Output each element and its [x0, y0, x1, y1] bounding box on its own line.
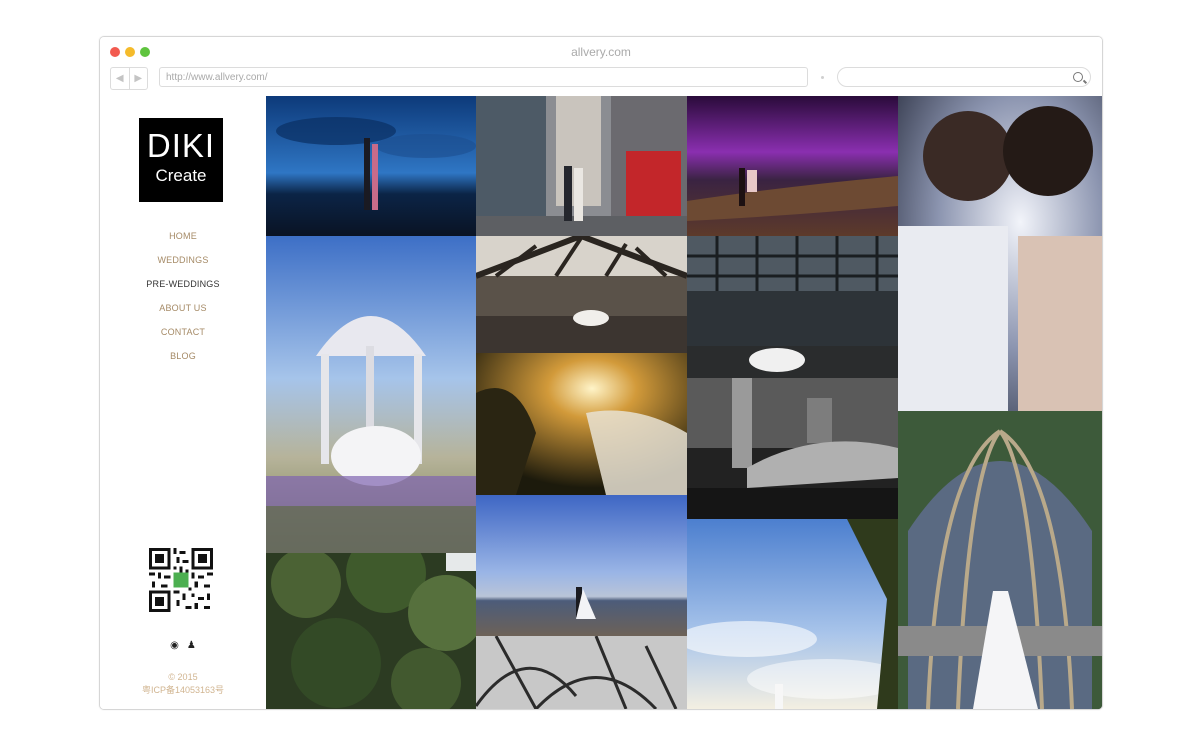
qr-code — [149, 548, 213, 612]
photo-city-street[interactable] — [476, 96, 687, 236]
photo-garden-dome-bride[interactable] — [898, 411, 1102, 709]
social-links: ◉ ♟ — [163, 640, 203, 651]
footer: © 2015 粤ICP备14053163号 — [100, 671, 266, 697]
photo-bw-city-night[interactable] — [687, 378, 898, 519]
address-bar[interactable]: http://www.allvery.com/ — [159, 67, 808, 87]
photo-purple-sky-boat[interactable] — [687, 96, 898, 236]
menu-item-weddings[interactable]: WEDDINGS — [100, 254, 266, 278]
menu-item-home[interactable]: HOME — [100, 230, 266, 254]
browser-window: allvery.com ◀ ▶ http://www.allvery.com/ … — [99, 36, 1103, 710]
sidebar: DIKI Create HOME WEDDINGS PRE-WEDDINGS A… — [100, 96, 266, 709]
photo-gallery — [266, 96, 1102, 709]
menu-item-blog[interactable]: BLOG — [100, 350, 266, 374]
separator-dot — [821, 76, 824, 79]
forward-arrow-icon[interactable]: ▶ — [130, 68, 148, 89]
photo-bride-clouds[interactable] — [687, 519, 898, 709]
photo-steel-bridge[interactable] — [476, 236, 687, 353]
photo-couple-night-sky[interactable] — [266, 96, 476, 236]
logo-line-1: DIKI — [146, 127, 216, 164]
photo-industrial-hall[interactable] — [687, 236, 898, 378]
menu-item-pre-weddings[interactable]: PRE-WEDDINGS — [100, 278, 266, 302]
icp-license-text: 粤ICP备14053163号 — [141, 685, 225, 695]
copyright-text: © 2015 — [168, 672, 198, 682]
back-arrow-icon[interactable]: ◀ — [111, 68, 130, 89]
photo-bw-trees[interactable] — [476, 636, 687, 709]
photo-beach-couple[interactable] — [476, 495, 687, 636]
photo-green-foliage[interactable] — [266, 553, 476, 709]
window-title: allvery.com — [571, 45, 631, 59]
logo[interactable]: DIKI Create — [139, 118, 223, 202]
search-icon[interactable] — [1073, 72, 1083, 82]
photo-gazebo-lavender[interactable] — [266, 236, 476, 553]
photo-couple-closeup[interactable] — [898, 96, 1102, 411]
menu-item-about-us[interactable]: ABOUT US — [100, 302, 266, 326]
browser-titlebar: allvery.com ◀ ▶ http://www.allvery.com/ — [100, 37, 1102, 96]
main-menu: HOME WEDDINGS PRE-WEDDINGS ABOUT US CONT… — [100, 230, 266, 374]
qq-icon[interactable]: ♟ — [187, 640, 196, 651]
menu-item-contact[interactable]: CONTACT — [100, 326, 266, 350]
logo-line-2: Create — [155, 166, 207, 185]
photo-sunset-veil[interactable] — [476, 353, 687, 495]
weibo-icon[interactable]: ◉ — [170, 640, 179, 651]
history-nav: ◀ ▶ — [110, 67, 148, 90]
search-input[interactable] — [837, 67, 1091, 87]
